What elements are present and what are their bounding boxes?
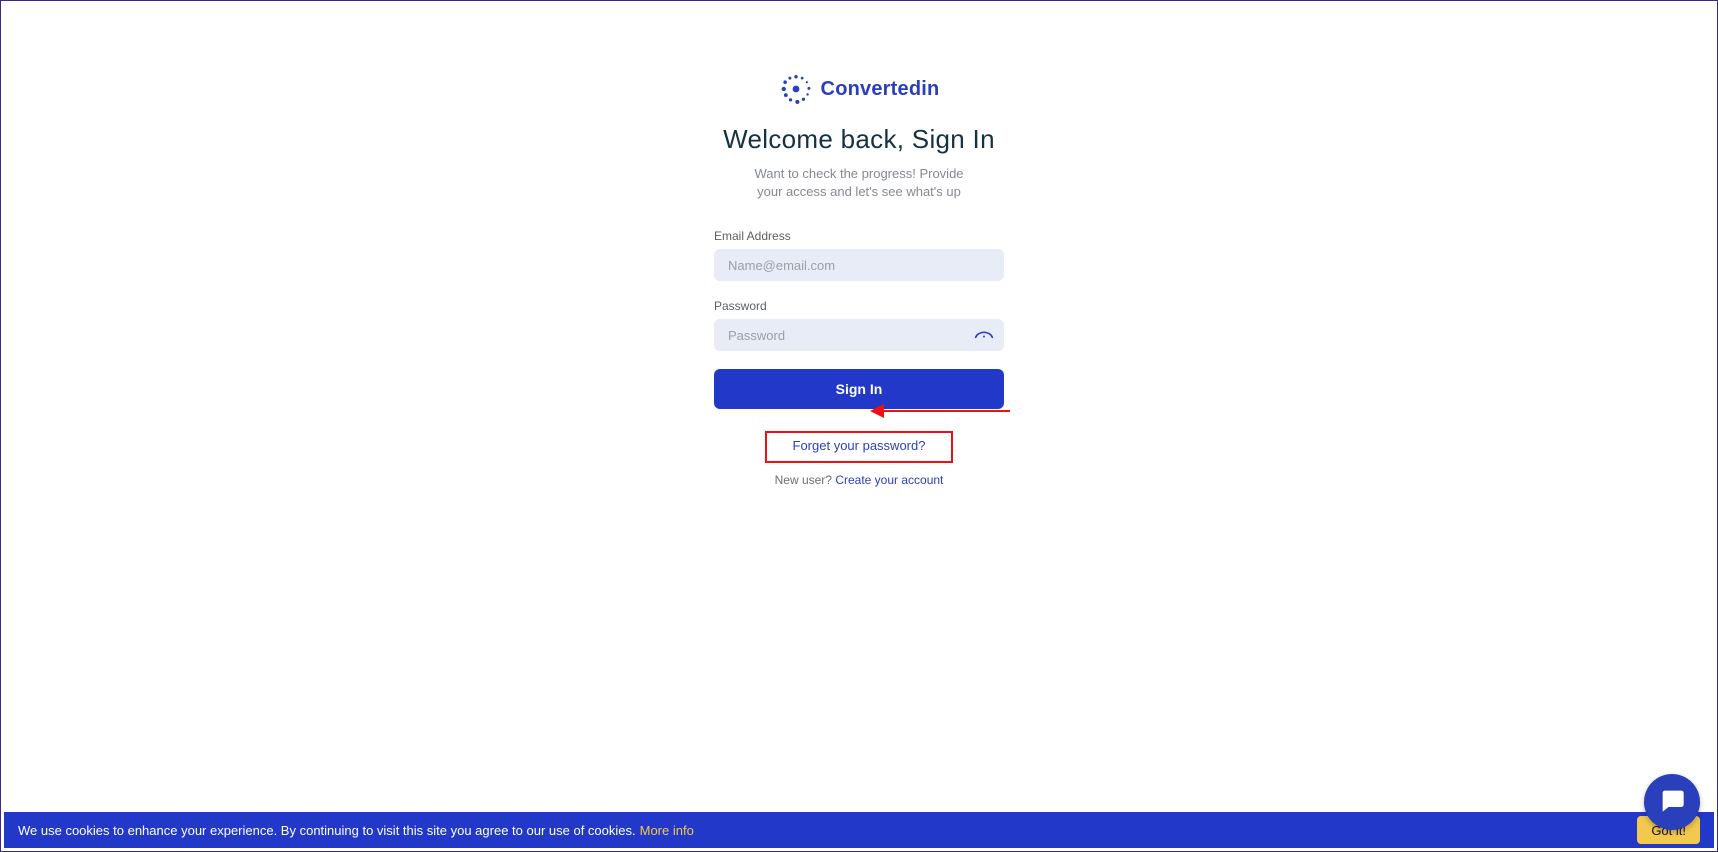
email-label: Email Address — [714, 229, 791, 243]
page-subtitle: Want to check the progress! Provide your… — [744, 165, 974, 201]
brand-name: Convertedin — [821, 78, 940, 101]
cookie-text: We use cookies to enhance your experienc… — [18, 823, 636, 838]
cookie-more-info-link[interactable]: More info — [640, 823, 694, 838]
eye-icon — [974, 327, 994, 344]
new-user-prompt: New user? — [775, 473, 836, 487]
password-field[interactable] — [714, 319, 1004, 351]
brand-logo: Convertedin — [779, 72, 940, 106]
cookie-banner: We use cookies to enhance your experienc… — [4, 812, 1714, 848]
annotation-highlight: Forget your password? — [765, 431, 954, 463]
toggle-password-visibility-button[interactable] — [974, 325, 994, 345]
password-field-wrap — [714, 319, 1004, 351]
chat-widget-button[interactable] — [1644, 774, 1700, 830]
sign-in-button[interactable]: Sign In — [714, 369, 1004, 409]
create-account-link[interactable]: Create your account — [835, 473, 943, 487]
login-panel: Convertedin Welcome back, Sign In Want t… — [714, 72, 1004, 487]
email-field[interactable] — [714, 249, 1004, 281]
page-title: Welcome back, Sign In — [723, 124, 995, 155]
brand-mark-icon — [779, 72, 813, 106]
forgot-password-link[interactable]: Forget your password? — [793, 438, 926, 453]
new-user-row: New user? Create your account — [775, 473, 944, 487]
password-label: Password — [714, 299, 767, 313]
chat-icon — [1658, 786, 1686, 819]
